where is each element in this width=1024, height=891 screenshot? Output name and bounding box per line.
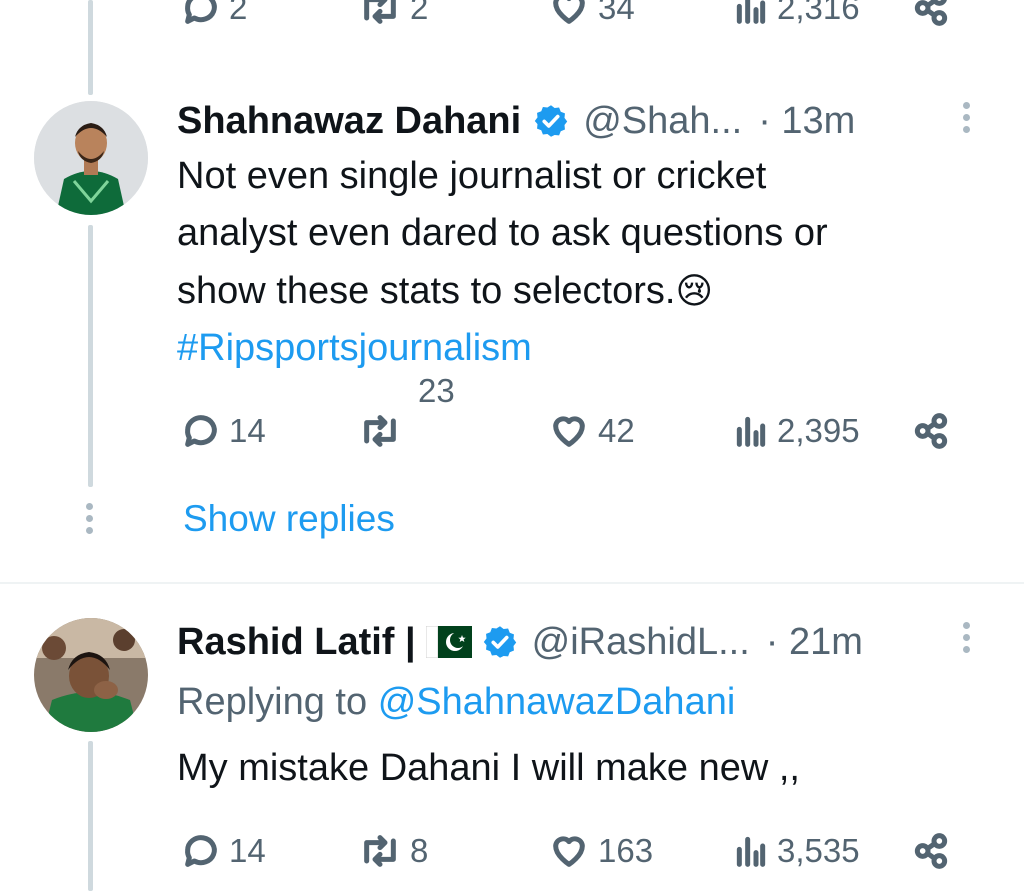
pakistan-flag-icon [425,626,472,658]
verified-badge-icon [483,626,516,658]
user-handle[interactable]: @iRashidL... [532,621,750,664]
view-count: 3,535 [777,832,860,869]
reply-icon [185,835,217,867]
avatar-image [34,618,148,732]
share-icon [914,833,948,869]
avatar-rashid[interactable] [34,618,148,732]
retweet-icon [364,835,396,867]
reply-button[interactable]: 14 [181,411,266,451]
replying-handle-link[interactable]: @ShahnawazDahani [378,681,736,723]
more-vertical-icon[interactable] [963,102,971,138]
crying-emoji: 😢 [675,270,713,311]
share-icon [914,413,948,449]
view-count: 2,395 [777,412,860,449]
user-handle[interactable]: @Shah... [583,100,742,143]
replying-prefix: Replying to [177,681,368,723]
avatar-shahnawaz[interactable] [34,101,148,215]
heart-icon [553,0,585,24]
reply-icon [185,415,217,447]
views-icon [736,416,766,447]
retweet-button[interactable] [358,411,402,451]
reply-button-top[interactable]: 2 [181,0,247,28]
thread-line-tweet2 [88,741,93,891]
retweet-count: 8 [410,832,429,869]
heart-icon [553,416,585,447]
retweet-button-top[interactable]: 2 [358,0,428,28]
timestamp[interactable]: · 13m [758,100,855,143]
share-button[interactable] [910,831,952,871]
reply-count: 14 [229,412,266,449]
like-count: 163 [598,832,654,869]
heart-icon [553,836,585,867]
reply-button[interactable]: 14 [181,831,266,871]
tweet-text-line: show these stats to selectors.😢 [177,262,997,320]
share-button[interactable] [910,411,952,451]
like-count: 34 [598,0,635,26]
retweet-button[interactable]: 8 [358,831,428,871]
thread-line-tweet1 [88,225,93,487]
display-name[interactable]: Shahnawaz Dahani [177,100,521,143]
tweet2-header: Rashid Latif | @iRashidL... · 21m [177,618,863,666]
retweet-icon [364,415,396,447]
reply-icon [185,0,217,24]
show-replies-link[interactable]: Show replies [183,498,395,540]
tweet2-body: My mistake Dahani I will make new ,, [177,747,800,789]
tweet1-body: Not even single journalist or cricket an… [177,148,997,377]
like-button[interactable]: 163 [548,831,653,871]
like-button[interactable]: 42 [548,411,635,451]
tweet1-header: Shahnawaz Dahani @Shah... · 13m [177,97,855,145]
retweet-icon [364,0,396,24]
tweet-text-line: analyst even dared to ask questions or [177,212,828,254]
views-icon [736,0,766,24]
tweet-text-line: Not even single journalist or cricket [177,155,767,197]
share-icon [914,0,948,26]
replying-to: Replying to @ShahnawazDahani [177,674,735,731]
timestamp[interactable]: · 21m [766,621,863,664]
views-button[interactable]: 3,535 [733,831,860,871]
share-button-top[interactable] [910,0,952,28]
avatar-image [34,101,148,215]
more-vertical-icon[interactable] [963,622,971,658]
thread-line-top [88,0,93,95]
like-count: 42 [598,412,635,449]
retweet-count-floating: 23 [418,372,455,409]
hashtag-link[interactable]: #Ripsportsjournalism [177,320,997,377]
views-button-top[interactable]: 2,316 [733,0,860,28]
reply-count: 2 [229,0,248,26]
tweet-divider [0,582,1024,584]
views-icon [736,836,766,867]
verified-badge-icon [535,105,568,137]
like-button-top[interactable]: 34 [548,0,635,28]
tweet-text-fragment: show these stats to selectors. [177,270,676,312]
view-count: 2,316 [777,0,860,26]
thread-dots-icon [86,503,94,539]
reply-count: 14 [229,832,266,869]
views-button[interactable]: 2,395 [733,411,860,451]
retweet-count: 2 [410,0,429,26]
display-name[interactable]: Rashid Latif | [177,621,416,664]
